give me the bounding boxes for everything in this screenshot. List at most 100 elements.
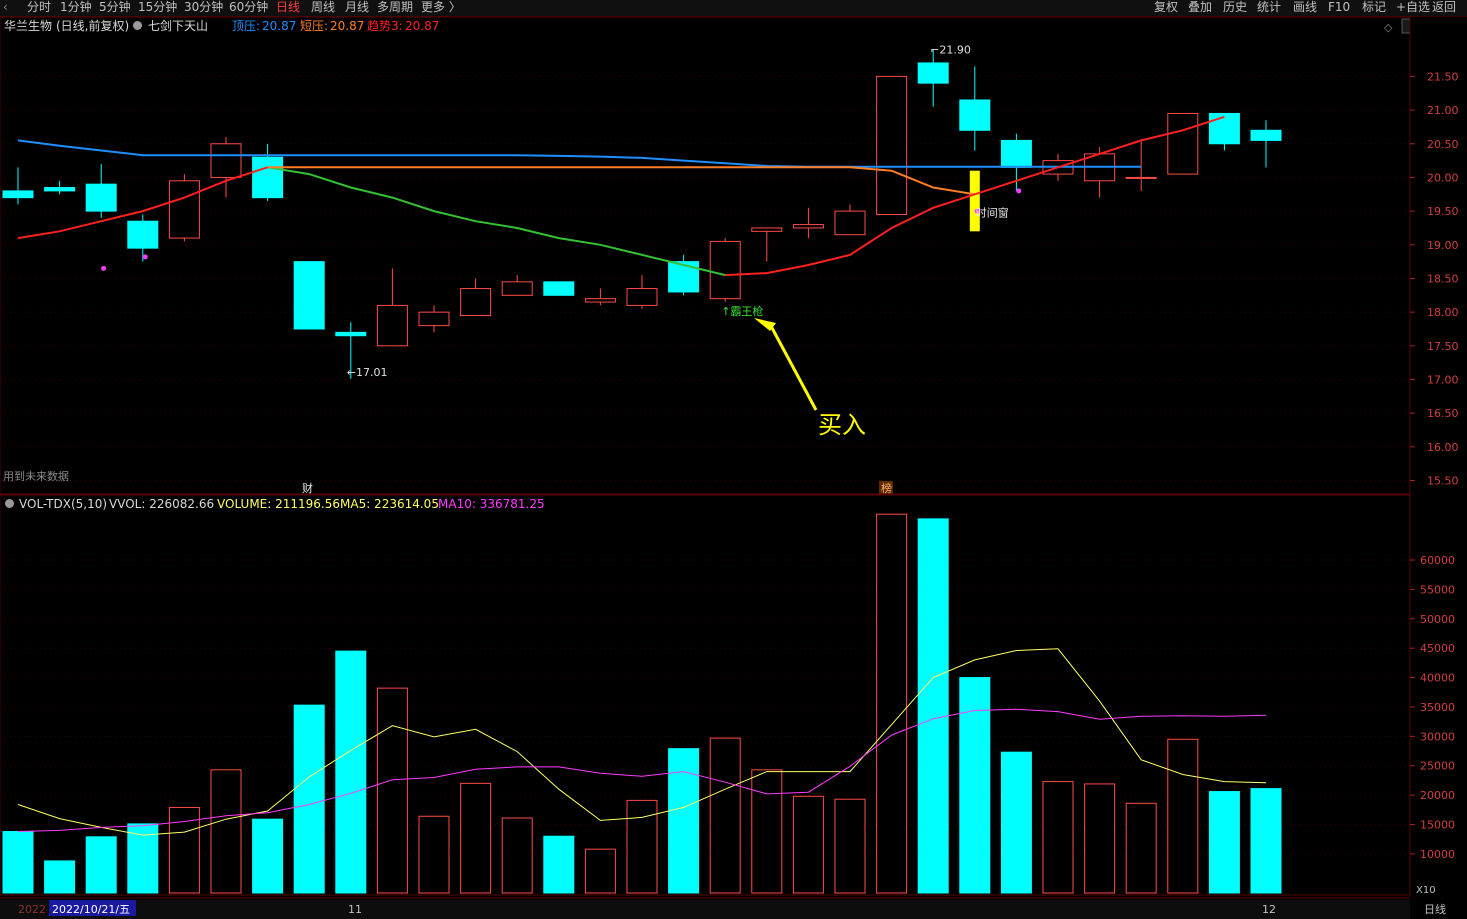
volume-tick-label: 20000 [1420,789,1455,802]
candle[interactable] [1208,112,1240,145]
volume-bar[interactable] [252,818,284,894]
volume-tick-label: 35000 [1420,701,1455,714]
price-tick-label: 21.50 [1427,70,1459,83]
ma-orange-line [267,166,975,196]
buy-text: 买入 [818,411,866,439]
volume-bar[interactable] [1167,738,1199,894]
candle[interactable] [668,261,700,293]
arrow-shaft [769,325,818,411]
ma-blue-line [17,139,1142,168]
panel-mode-icon[interactable]: ◇ [1384,21,1393,34]
price-tick-label: 18.00 [1427,306,1459,319]
candle[interactable] [917,62,949,84]
signal-dot [142,254,148,260]
time-window-label: 时间窗 [976,205,1009,219]
volume-tick-label: 25000 [1420,760,1455,773]
price-tick-label: 16.00 [1427,441,1459,454]
volume-bar[interactable] [917,518,949,894]
volume-bar[interactable] [44,860,76,894]
volume-bar[interactable] [335,650,367,894]
financial-marker[interactable]: 财 [302,481,313,495]
candle[interactable] [876,75,908,215]
candle[interactable] [1125,176,1157,179]
volume-bar[interactable] [1250,788,1282,894]
volume-bar[interactable] [1084,783,1116,894]
price-tick-label: 20.00 [1427,171,1459,184]
candle[interactable] [44,187,76,192]
candle[interactable] [1167,112,1199,175]
candle[interactable] [376,304,408,347]
volume-bar[interactable] [751,769,783,894]
signal-dot [101,265,107,271]
stock-chart[interactable]: ◇ 用到未来数据 财 榜 X10 2022 2022/10/21/五 11 12… [0,0,1467,919]
volume-bar[interactable] [792,795,824,894]
volume-bar[interactable] [626,799,658,894]
candle[interactable] [959,99,991,131]
candle[interactable] [709,240,741,300]
volume-tick-label: 60000 [1420,554,1455,567]
future-data-note: 用到未来数据 [3,469,69,483]
volume-bar[interactable] [668,748,700,894]
volume-bar[interactable] [1000,751,1032,894]
volume-bar[interactable] [501,817,533,894]
volume-bar[interactable] [543,835,575,894]
candle[interactable] [85,183,117,212]
volume-bar[interactable] [709,737,741,894]
candle[interactable] [501,281,533,296]
volume-bar[interactable] [85,836,117,894]
price-tick-label: 15.50 [1427,475,1459,488]
price-tick-label: 17.00 [1427,374,1459,387]
volume-tick-label: 45000 [1420,642,1455,655]
price-panel-frame [0,16,1411,495]
volume-bar[interactable] [1208,791,1240,894]
candle[interactable] [127,220,159,249]
candle[interactable] [834,210,866,236]
price-tick-label: 18.50 [1427,272,1459,285]
axis-year: 2022 [18,903,46,916]
price-tick-label: 19.00 [1427,239,1459,252]
volume-bar[interactable] [2,831,34,894]
candle[interactable] [626,288,658,306]
volume-unit: X10 [1416,885,1436,896]
period-indicator[interactable]: 日线 [1424,902,1446,916]
panel-scrollbar[interactable] [1401,18,1411,34]
volume-bar[interactable] [876,513,908,894]
candle[interactable] [335,331,367,337]
price-tick-label: 20.50 [1427,138,1459,151]
candle[interactable] [1000,139,1032,168]
candle[interactable] [792,224,824,229]
volume-tick-label: 50000 [1420,613,1455,626]
candle[interactable] [584,298,616,303]
volume-bar[interactable] [460,782,492,894]
volume-bar[interactable] [418,815,450,894]
volume-bar[interactable] [210,769,242,894]
candle[interactable] [543,281,575,296]
volume-tick-label: 10000 [1420,848,1455,861]
candle[interactable] [418,311,450,327]
time-window-bar [969,170,980,232]
ma-green-line [267,166,726,277]
high-label: ⌐21.90 [930,43,971,56]
price-tick-label: 21.00 [1427,104,1459,117]
volume-bar[interactable] [1042,781,1074,894]
candle[interactable] [168,180,200,239]
candle[interactable] [751,227,783,232]
ranking-marker[interactable]: 榜 [881,481,892,495]
price-tick-label: 19.50 [1427,205,1459,218]
price-tick-label: 16.50 [1427,407,1459,420]
volume-bar[interactable] [584,848,616,894]
volume-bar[interactable] [293,704,325,894]
candle[interactable] [460,288,492,317]
volume-tick-label: 30000 [1420,730,1455,743]
candle[interactable] [252,156,284,199]
date-cursor: 2022/10/21/五 [52,903,130,916]
axis-month-11: 11 [348,903,362,916]
volume-bar[interactable] [834,798,866,894]
candle[interactable] [1250,129,1282,141]
low-label: ←17.01 [347,366,388,379]
candle[interactable] [2,190,34,199]
candle[interactable] [210,143,242,178]
candle[interactable] [293,261,325,330]
volume-bar[interactable] [376,687,408,894]
volume-bar[interactable] [1125,802,1157,894]
